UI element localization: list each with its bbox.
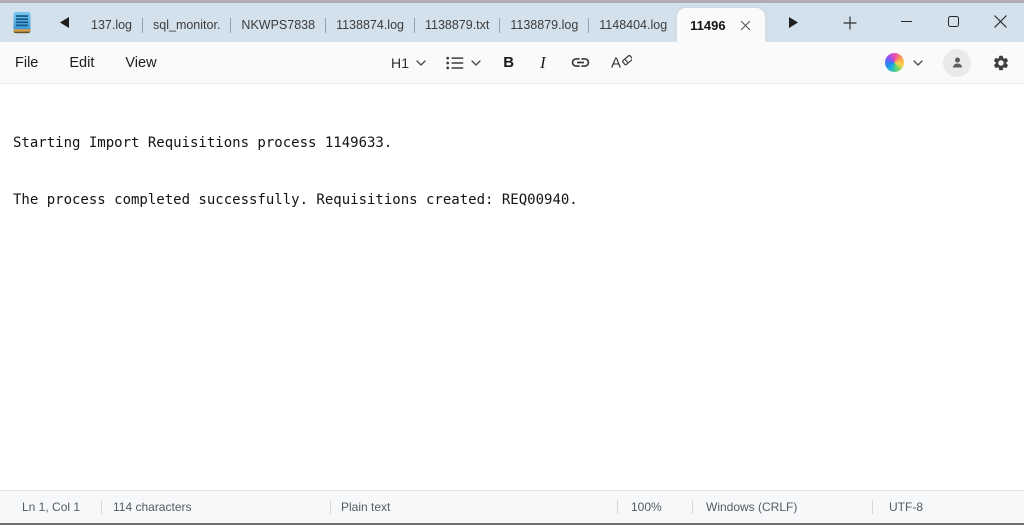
italic-button[interactable]: I [536,53,550,73]
gear-icon [992,54,1010,72]
clear-formatting-icon: A [611,53,632,72]
tab-label: 1138879.txt [425,18,489,32]
cursor-position-status: Ln 1, Col 1 [0,491,101,523]
tab[interactable]: sql_monitor. [143,8,230,42]
chevron-down-icon [416,60,426,66]
editor-text-area[interactable]: Starting Import Requisitions process 114… [0,84,1024,490]
person-icon [950,55,965,70]
close-tab-button[interactable] [735,14,757,36]
notepad-window: 137.log sql_monitor. NKWPS7838 1138874.l… [0,0,1024,525]
link-icon [570,52,591,73]
format-toolbar: H1 B I [391,42,632,83]
chevron-down-icon [471,60,481,66]
tab-strip: 137.log sql_monitor. NKWPS7838 1138874.l… [81,8,765,42]
bulleted-list-icon [446,56,464,70]
scroll-tabs-right-button[interactable] [779,8,809,38]
character-count-status: 114 characters [101,491,330,523]
zoom-level-status: 100% [617,491,692,523]
menus: File Edit View [0,55,157,71]
tab-label: 137.log [91,18,132,32]
menubar: File Edit View H1 [0,42,1024,84]
editor-line: The process completed successfully. Requ… [13,191,1011,210]
notepad-app-icon [13,11,31,34]
tab-label: sql_monitor. [153,18,220,32]
copilot-icon [885,53,904,72]
left-triangle-icon [60,17,69,28]
plus-icon [843,16,857,30]
heading-style-label: H1 [391,55,409,71]
window-controls [883,3,1024,40]
clear-formatting-button[interactable]: A [611,53,632,72]
tab-label: NKWPS7838 [241,18,315,32]
menu-file[interactable]: File [15,55,38,71]
tab-label: 11496 [690,18,725,33]
document-type-status: Plain text [330,491,617,523]
minimize-icon [901,21,912,22]
menu-edit[interactable]: Edit [69,55,94,71]
minimize-button[interactable] [883,3,930,40]
encoding-status: UTF-8 [872,491,1024,523]
tab-label: 1148404.log [599,18,667,32]
tab[interactable]: 137.log [81,8,142,42]
tab-label: 1138879.log [510,18,578,32]
toolbar-right-group [885,42,1014,83]
tab[interactable]: 1138879.txt [415,8,499,42]
scroll-tabs-left-button[interactable] [49,8,79,38]
tab[interactable]: 1148404.log [589,8,677,42]
tab-label: 1138874.log [336,18,404,32]
close-icon [994,15,1007,28]
close-icon [740,20,751,31]
statusbar: Ln 1, Col 1 114 characters Plain text 10… [0,490,1024,525]
settings-button[interactable] [992,54,1010,72]
insert-link-button[interactable] [570,52,591,73]
menu-view[interactable]: View [125,55,156,71]
svg-text:A: A [611,55,621,72]
maximize-button[interactable] [930,3,977,40]
tab[interactable]: 1138874.log [326,8,414,42]
close-window-button[interactable] [977,3,1024,40]
chevron-down-icon [913,60,923,66]
new-tab-button[interactable] [834,8,866,38]
right-triangle-icon [789,17,798,28]
editor-line: Starting Import Requisitions process 114… [13,134,1011,153]
maximize-icon [948,16,959,27]
tab[interactable]: 1138879.log [500,8,588,42]
tab[interactable]: NKWPS7838 [231,8,325,42]
copilot-button[interactable] [885,53,923,72]
list-style-button[interactable] [446,56,481,70]
line-ending-status: Windows (CRLF) [692,491,872,523]
titlebar: 137.log sql_monitor. NKWPS7838 1138874.l… [0,3,1024,42]
bold-button[interactable]: B [501,54,516,71]
heading-style-button[interactable]: H1 [391,55,426,71]
tab-active[interactable]: 11496 [677,8,764,42]
account-button[interactable] [943,49,971,77]
